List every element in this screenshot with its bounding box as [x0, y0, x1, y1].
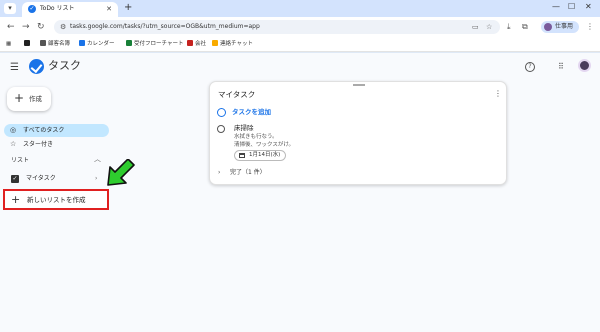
add-task-label: タスクを追加 [232, 108, 271, 116]
bookmark-star-icon[interactable]: ☆ [486, 22, 492, 32]
task-date-label: 1月14日(水) [249, 152, 281, 158]
minimize-icon[interactable]: — [552, 1, 560, 13]
site-info-icon[interactable]: ⚙ [60, 22, 66, 32]
tasks-favicon-icon: ✓ [28, 5, 36, 13]
create-label: 作成 [29, 95, 42, 103]
extensions-icon[interactable]: ⧉ [522, 22, 528, 32]
google-apps-icon[interactable]: ⠿ [558, 62, 564, 72]
green-arrow-icon [107, 159, 135, 186]
bookmark-4[interactable]: 会社 [187, 39, 206, 49]
bookmarks-bar: ▦ 顧客名簿 カレンダー 受付フローチャート 会社 連絡チャット [0, 37, 600, 52]
bookmark-3[interactable]: 受付フローチャート [126, 39, 183, 49]
browser-window: ▾ ✓ ToDo リスト ✕ + — ☐ ✕ ← → ↻ ⚙ tasks.goo… [0, 0, 600, 332]
tab-todo[interactable]: ✓ ToDo リスト ✕ [22, 2, 118, 17]
lists-section-label: リスト [11, 157, 30, 164]
sidebar-item-starred[interactable]: ☆ スター付き [4, 138, 109, 151]
create-new-list-button[interactable]: + 新しいリストを作成 [3, 189, 109, 210]
back-icon[interactable]: ← [7, 21, 15, 33]
profile-button[interactable]: 仕事用 [541, 21, 579, 33]
calendar-icon [239, 153, 245, 158]
profile-avatar [544, 23, 552, 31]
completed-label: 完了（1 件） [230, 169, 266, 176]
apps-grid-icon[interactable]: ▦ [6, 39, 11, 49]
tasks-logo-icon [29, 59, 44, 74]
star-icon: ☆ [10, 140, 17, 148]
chevron-up-icon[interactable]: ︿ [94, 155, 101, 164]
help-icon[interactable]: ? [525, 62, 535, 72]
tab-title: ToDo リスト [40, 5, 75, 12]
checkbox-icon[interactable]: ✓ [11, 175, 19, 183]
browser-menu-icon[interactable]: ⋮ [586, 22, 594, 32]
new-tab-icon[interactable]: + [124, 2, 132, 14]
add-task-icon [217, 108, 226, 117]
create-new-list-label: 新しいリストを作成 [27, 196, 86, 204]
drag-handle-icon[interactable] [353, 84, 365, 86]
list-item-my-tasks[interactable]: ✓ マイタスク › [11, 173, 106, 185]
sidebar-item-all-tasks[interactable]: ◎ すべてのタスク [4, 124, 109, 137]
task-title[interactable]: 床掃除 [234, 124, 254, 133]
address-bar[interactable]: ⚙ tasks.google.com/tasks/?utm_source=OGB… [54, 20, 500, 34]
chevron-right-icon[interactable]: › [95, 174, 97, 184]
sidebar-item-label: すべてのタスク [23, 127, 65, 134]
cast-icon[interactable]: ▭ [472, 22, 479, 32]
url-text: tasks.google.com/tasks/?utm_source=OGB&u… [70, 23, 260, 30]
tab-strip: ▾ ✓ ToDo リスト ✕ + — ☐ ✕ [0, 0, 600, 17]
task-notes: 水拭きも行なう。 清掃後、ワックスがけ。 [234, 134, 295, 148]
list-item-label: マイタスク [26, 175, 56, 182]
account-avatar[interactable] [578, 59, 591, 72]
maximize-icon[interactable]: ☐ [568, 1, 575, 13]
plus-icon: + [14, 91, 25, 105]
bookmark-5[interactable]: 連絡チャット [212, 39, 253, 49]
tasks-app: ☰ タスク ? ⠿ + 作成 ◎ すべてのタスク ☆ スター付き リスト ︿ ✓… [0, 53, 600, 332]
chevron-right-icon: › [218, 169, 221, 176]
task-list-panel: マイタスク ⋮ タスクを追加 床掃除 水拭きも行なう。 清掃後、ワックスがけ。 … [209, 81, 507, 185]
bookmark-2[interactable]: カレンダー [79, 39, 115, 49]
profile-label: 仕事用 [555, 23, 574, 30]
sidebar-item-label: スター付き [23, 141, 54, 148]
bookmark-1[interactable]: 顧客名簿 [40, 39, 70, 49]
plus-icon: + [11, 193, 21, 206]
close-window-icon[interactable]: ✕ [585, 1, 592, 13]
panel-title: マイタスク [218, 90, 256, 99]
bookmark-extension-icon[interactable] [24, 39, 32, 49]
task-date-chip[interactable]: 1月14日(水) [234, 150, 287, 161]
app-title: タスク [48, 59, 81, 72]
complete-task-radio[interactable] [217, 125, 225, 133]
all-tasks-icon: ◎ [10, 126, 17, 134]
main-menu-icon[interactable]: ☰ [10, 62, 19, 74]
more-options-icon[interactable]: ⋮ [494, 88, 502, 99]
close-tab-icon[interactable]: ✕ [106, 4, 112, 14]
forward-icon[interactable]: → [22, 21, 30, 33]
create-button[interactable]: + 作成 [7, 87, 51, 111]
reload-icon[interactable]: ↻ [37, 21, 45, 33]
browser-toolbar: ← → ↻ ⚙ tasks.google.com/tasks/?utm_sour… [0, 17, 600, 37]
download-icon[interactable]: ⤓ [507, 22, 511, 32]
tab-search-icon[interactable]: ▾ [4, 3, 16, 14]
